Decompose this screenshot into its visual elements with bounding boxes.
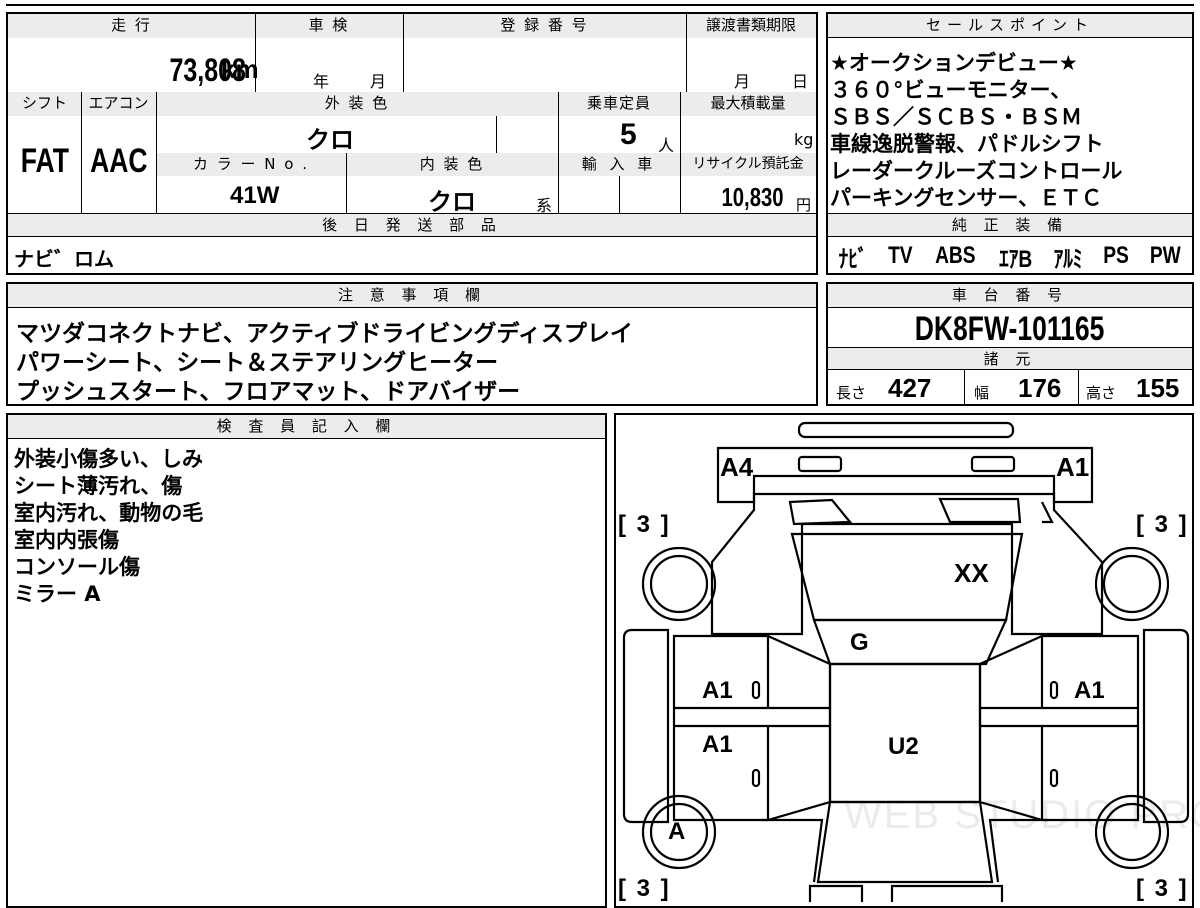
inspection-header: 車 検 bbox=[255, 14, 403, 38]
deadline-month-unit: 月 bbox=[734, 72, 751, 91]
exterior-color-header: 外 装 色 bbox=[156, 92, 558, 116]
equipment-item: ｴｱB bbox=[998, 245, 1032, 273]
capacity-header: 乗車定員 bbox=[558, 92, 680, 116]
inspector-line: シート薄汚れ、傷 bbox=[14, 474, 183, 498]
chassis-number: DK8FW-101165 bbox=[915, 310, 1105, 348]
inspection-year-unit: 年 bbox=[313, 72, 330, 91]
equipment-item: ｱﾙﾐ bbox=[1053, 245, 1083, 273]
front-right-grade: A1 bbox=[1056, 452, 1090, 482]
tire-marker: [ 3 ] bbox=[618, 875, 671, 902]
rear-left-tire-grade: A bbox=[668, 818, 686, 845]
vehicle-info-table: 走 行 車 検 登 録 番 号 譲渡書類期限 73,808 km 年 月 月 日… bbox=[6, 12, 818, 275]
width-value: 176 bbox=[1018, 373, 1062, 403]
sales-point-line: パーキングセンサー、ＥＴＣ bbox=[830, 186, 1103, 210]
equipment-header: 純 正 装 備 bbox=[828, 213, 1192, 237]
notes-box: 注 意 事 項 欄 マツダコネクトナビ、アクティブドライビングディスプレイ パワ… bbox=[6, 282, 818, 406]
sales-point-line: レーダークルーズコントロール bbox=[830, 159, 1123, 183]
height-value: 155 bbox=[1136, 373, 1180, 403]
sales-point-line: ３６０°ビューモニター、 bbox=[830, 78, 1072, 102]
sales-points-box: セールスポイント ★オークションデビュー★ ３６０°ビューモニター、 ＳＢＳ／Ｓ… bbox=[826, 12, 1194, 275]
inspection-month-unit: 月 bbox=[370, 72, 387, 91]
mileage-unit: km bbox=[221, 54, 259, 84]
deadline-header: 譲渡書類期限 bbox=[686, 14, 816, 38]
interior-grade: U2 bbox=[888, 733, 919, 760]
max-load-header: 最大積載量 bbox=[680, 92, 816, 116]
inspector-line: ミラー A bbox=[14, 582, 101, 606]
interior-color-value: クロ bbox=[428, 189, 476, 216]
color-no-value: 41W bbox=[230, 182, 280, 209]
top-strip bbox=[6, 0, 1194, 6]
height-label: 高さ bbox=[1086, 384, 1117, 402]
equipment-item: ABS bbox=[934, 242, 976, 269]
aircon-header: エアコン bbox=[81, 92, 156, 116]
length-label: 長さ bbox=[836, 384, 867, 402]
aircon-value: AAC bbox=[89, 142, 148, 180]
inspector-header: 検 査 員 記 入 欄 bbox=[8, 415, 605, 439]
front-left-door-grade: A1 bbox=[702, 677, 733, 704]
windshield-grade: XX bbox=[954, 558, 989, 588]
recycle-fee-value: 10,830 bbox=[721, 182, 784, 212]
specs-header: 諸 元 bbox=[828, 347, 1192, 370]
chassis-header: 車 台 番 号 bbox=[828, 284, 1192, 308]
capacity-value: 5 bbox=[620, 118, 637, 151]
equipment-item: PW bbox=[1150, 242, 1182, 269]
inspector-box: 検 査 員 記 入 欄 外装小傷多い、しみ シート薄汚れ、傷 室内汚れ、動物の毛… bbox=[6, 413, 607, 908]
front-right-door-grade: A1 bbox=[1074, 677, 1105, 704]
inspector-line: コンソール傷 bbox=[14, 555, 140, 579]
front-left-grade: A4 bbox=[720, 452, 754, 482]
inspector-line: 外装小傷多い、しみ bbox=[14, 447, 203, 471]
load-unit: kg bbox=[794, 130, 814, 149]
chassis-box: 車 台 番 号 DK8FW-101165 諸 元 長さ 427 幅 176 高さ… bbox=[826, 282, 1194, 406]
rear-left-door-grade: A1 bbox=[702, 731, 733, 758]
notes-line: プッシュスタート、フロアマット、ドアバイザー bbox=[16, 379, 521, 405]
color-no-header: カ ラ ー N o . bbox=[156, 153, 346, 176]
recycle-fee-header: リサイクル預託金 bbox=[680, 153, 816, 176]
exterior-color-value: クロ bbox=[306, 127, 354, 154]
sales-points-header: セールスポイント bbox=[828, 14, 1192, 38]
sales-point-line: ★オークションデビュー★ bbox=[830, 51, 1078, 75]
car-diagram-box: A4 A1 XX G A1 A1 A1 U2 A [ 3 ] [ 3 ] [ 3… bbox=[614, 413, 1200, 908]
mileage-header: 走 行 bbox=[8, 14, 255, 38]
equipment-item: TV bbox=[888, 242, 913, 269]
later-parts-value: ナビ゛ロム bbox=[14, 247, 114, 271]
equipment-list: ﾅﾋﾞ TV ABS ｴｱB ｱﾙﾐ PS PW bbox=[828, 240, 1192, 273]
sales-point-line: 車線逸脱警報、パドルシフト bbox=[830, 132, 1104, 156]
recycle-fee-unit: 円 bbox=[796, 196, 812, 214]
width-label: 幅 bbox=[974, 384, 990, 402]
tire-marker: [ 3 ] bbox=[1136, 875, 1189, 902]
shift-header: シフト bbox=[8, 92, 81, 116]
equipment-item: ﾅﾋﾞ bbox=[838, 245, 868, 273]
dashboard-grade: G bbox=[850, 629, 869, 656]
deadline-day-unit: 日 bbox=[792, 72, 809, 91]
shift-value: FAT bbox=[20, 142, 69, 180]
import-header: 輸 入 車 bbox=[558, 153, 680, 176]
tire-marker: [ 3 ] bbox=[618, 511, 671, 538]
notes-header: 注 意 事 項 欄 bbox=[8, 284, 816, 308]
watermark: WEB STUDIO PRO bbox=[844, 793, 1200, 837]
registration-header: 登 録 番 号 bbox=[403, 14, 686, 38]
interior-color-header: 内 装 色 bbox=[346, 153, 558, 176]
length-value: 427 bbox=[888, 373, 932, 403]
inspector-line: 室内汚れ、動物の毛 bbox=[14, 501, 204, 525]
later-parts-header: 後 日 発 送 部 品 bbox=[8, 213, 816, 237]
equipment-item: PS bbox=[1103, 242, 1129, 269]
inspector-line: 室内内張傷 bbox=[14, 528, 119, 552]
tire-marker: [ 3 ] bbox=[1136, 511, 1189, 538]
sales-point-line: ＳＢＳ／ＳＣＢＳ・ＢＳＭ bbox=[830, 105, 1082, 129]
